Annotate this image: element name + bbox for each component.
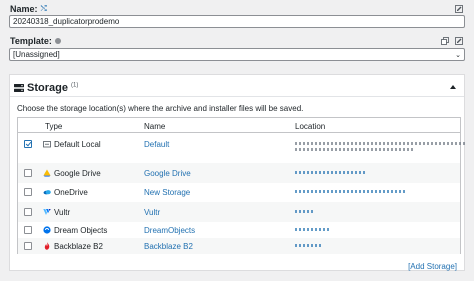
- row-name-link[interactable]: Google Drive: [144, 169, 191, 178]
- storage-table: Type Name Location Default Local Default: [17, 117, 465, 254]
- row-checkbox[interactable]: [24, 140, 32, 148]
- row-checkbox[interactable]: [24, 169, 32, 177]
- table-row: OneDrive New Storage: [18, 182, 460, 202]
- storage-panel-header[interactable]: Storage (1): [10, 75, 464, 97]
- row-name-link[interactable]: Backblaze B2: [144, 242, 193, 251]
- table-row: Default Local Default: [18, 134, 465, 154]
- edit-template-icon[interactable]: [455, 37, 463, 45]
- name-input-value: 20240318_duplicatorprodemo: [13, 17, 120, 26]
- collapse-icon[interactable]: [450, 85, 456, 89]
- template-label: Template:: [10, 36, 61, 46]
- name-input[interactable]: 20240318_duplicatorprodemo: [9, 15, 465, 28]
- row-checkbox[interactable]: [24, 208, 32, 216]
- row-type: Backblaze B2: [54, 242, 103, 251]
- vultr-icon: [43, 209, 51, 215]
- folder-icon: [43, 141, 51, 148]
- column-location: Location: [295, 122, 326, 131]
- table-row: Google Drive Google Drive: [18, 163, 460, 183]
- server-icon: [14, 84, 24, 92]
- onedrive-icon: [43, 190, 51, 195]
- row-checkbox[interactable]: [24, 242, 32, 250]
- copy-icon[interactable]: [441, 37, 449, 45]
- template-select-value: [Unassigned]: [13, 50, 60, 59]
- storage-panel: Storage (1) Choose the storage location(…: [9, 74, 465, 271]
- row-name-link[interactable]: DreamObjects: [144, 226, 195, 235]
- column-name: Name: [144, 122, 166, 131]
- storage-description: Choose the storage location(s) where the…: [17, 104, 304, 113]
- help-icon[interactable]: [54, 38, 61, 44]
- row-type: Dream Objects: [54, 226, 108, 235]
- backblaze-icon: [44, 242, 50, 250]
- row-checkbox[interactable]: [24, 188, 32, 196]
- name-label: Name: ⤭: [10, 4, 47, 14]
- table-row: Vultr Vultr: [18, 202, 460, 222]
- row-type: Google Drive: [54, 169, 101, 178]
- storage-title: Storage (1): [27, 82, 79, 94]
- add-storage-link[interactable]: [Add Storage]: [408, 262, 457, 271]
- row-type: OneDrive: [54, 188, 88, 197]
- table-header: Type Name Location: [18, 118, 460, 133]
- storage-count: (1): [71, 82, 79, 89]
- shuffle-icon[interactable]: ⤭: [41, 4, 47, 14]
- row-type: Vultr: [54, 208, 71, 217]
- row-name-link[interactable]: Vultr: [144, 208, 160, 217]
- column-type: Type: [45, 122, 63, 131]
- dreamobjects-icon: [43, 226, 51, 234]
- chevron-down-icon: ⌄: [455, 52, 461, 59]
- row-name-link[interactable]: New Storage: [144, 188, 190, 197]
- row-checkbox[interactable]: [24, 226, 32, 234]
- table-row: Backblaze B2 Backblaze B2: [18, 238, 460, 254]
- table-row: Dream Objects DreamObjects: [18, 220, 460, 240]
- google-drive-icon: [43, 169, 51, 177]
- edit-icon[interactable]: [455, 5, 463, 13]
- row-name-link[interactable]: Default: [144, 140, 169, 149]
- template-select[interactable]: [Unassigned] ⌄: [9, 48, 465, 61]
- row-type: Default Local: [54, 140, 101, 149]
